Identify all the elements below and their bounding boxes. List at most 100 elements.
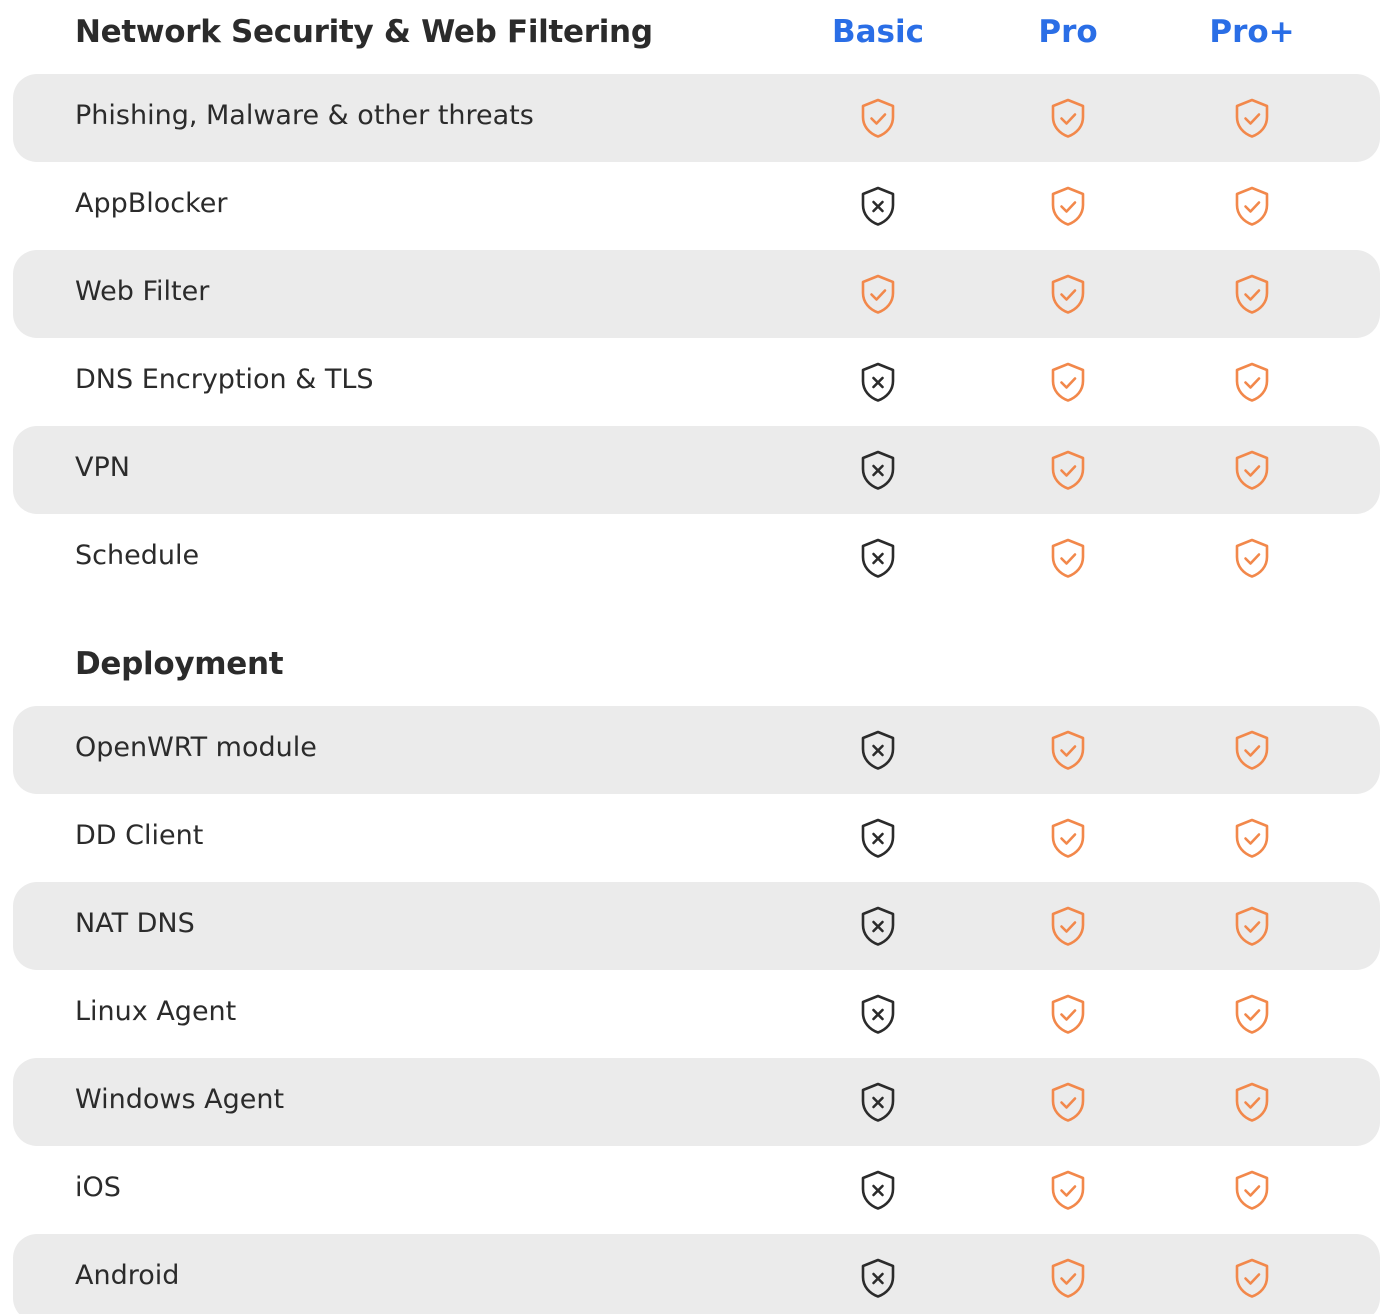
shield-outline	[861, 98, 895, 138]
shield-x-icon	[861, 362, 895, 402]
availability-cell	[1046, 1080, 1090, 1124]
plan-heading: Pro	[1038, 14, 1098, 50]
availability-cell	[1230, 816, 1274, 860]
check-mark	[1060, 553, 1077, 565]
shield-check-icon	[1051, 1082, 1085, 1122]
availability-cell	[1046, 448, 1090, 492]
shield-check-icon	[1051, 274, 1085, 314]
check-mark	[1244, 113, 1261, 125]
shield-outline	[1235, 362, 1269, 402]
check-mark	[1244, 201, 1261, 213]
availability-cell	[1230, 272, 1274, 316]
x-mark	[872, 1096, 884, 1109]
shield-outline	[1051, 98, 1085, 138]
check-mark	[1244, 377, 1261, 389]
availability-cell	[856, 1256, 900, 1300]
feature-row: Linux Agent	[13, 970, 1380, 1058]
check-mark	[1060, 1273, 1077, 1285]
feature-comparison-table: Network Security & Web Filtering Basic Pro…	[0, 0, 1388, 1314]
shield-check-icon	[861, 98, 895, 138]
shield-outline	[1235, 274, 1269, 314]
availability-cell	[1230, 536, 1274, 580]
availability-cell	[1046, 1256, 1090, 1300]
availability-cell	[1230, 448, 1274, 492]
x-mark	[872, 744, 884, 757]
x-mark	[872, 920, 884, 933]
plan-heading: Pro+	[1209, 14, 1295, 50]
feature-name: NAT DNS	[75, 908, 195, 939]
section-header: Network Security & Web Filtering Basic Pro…	[0, 0, 1388, 64]
feature-row: DD Client	[13, 794, 1380, 882]
availability-cell	[856, 536, 900, 580]
availability-cell	[1046, 272, 1090, 316]
check-mark	[1244, 833, 1261, 845]
check-mark	[1060, 921, 1077, 933]
check-mark	[1060, 745, 1077, 757]
shield-outline	[1051, 450, 1085, 490]
feature-name: VPN	[75, 452, 130, 483]
shield-outline	[1235, 538, 1269, 578]
feature-row: Web Filter	[13, 250, 1380, 338]
shield-check-icon	[1235, 274, 1269, 314]
availability-cell	[1230, 1080, 1274, 1124]
availability-cell	[1046, 1168, 1090, 1212]
availability-cell	[1046, 816, 1090, 860]
shield-check-icon	[1051, 538, 1085, 578]
shield-outline	[1051, 186, 1085, 226]
shield-outline	[1051, 1258, 1085, 1298]
check-mark	[1060, 113, 1077, 125]
feature-name: Linux Agent	[75, 996, 237, 1027]
availability-cell	[856, 360, 900, 404]
section-title: Network Security & Web Filtering	[75, 14, 653, 50]
check-mark	[1244, 921, 1261, 933]
check-mark	[870, 289, 887, 301]
shield-check-icon	[1235, 1082, 1269, 1122]
shield-outline	[861, 274, 895, 314]
shield-check-icon	[1051, 730, 1085, 770]
shield-outline	[1235, 98, 1269, 138]
feature-row: Phishing, Malware & other threats	[13, 74, 1380, 162]
shield-check-icon	[1235, 906, 1269, 946]
feature-name: DNS Encryption & TLS	[75, 364, 374, 395]
x-mark	[872, 832, 884, 845]
x-mark	[872, 376, 884, 389]
shield-check-icon	[1051, 994, 1085, 1034]
availability-cell	[856, 728, 900, 772]
availability-cell	[1230, 728, 1274, 772]
shield-outline	[1051, 362, 1085, 402]
x-mark	[872, 1184, 884, 1197]
availability-cell	[856, 1168, 900, 1212]
feature-row: Windows Agent	[13, 1058, 1380, 1146]
availability-cell	[856, 904, 900, 948]
shield-outline	[1235, 730, 1269, 770]
shield-check-icon	[1051, 818, 1085, 858]
availability-cell	[856, 1080, 900, 1124]
section-title: Deployment	[75, 646, 284, 682]
feature-row: AppBlocker	[13, 162, 1380, 250]
shield-outline	[1235, 818, 1269, 858]
check-mark	[1244, 289, 1261, 301]
shield-check-icon	[1235, 994, 1269, 1034]
check-mark	[1060, 1185, 1077, 1197]
shield-check-icon	[1235, 538, 1269, 578]
shield-check-icon	[1235, 1170, 1269, 1210]
shield-check-icon	[1051, 186, 1085, 226]
shield-x-icon	[861, 730, 895, 770]
availability-cell	[856, 272, 900, 316]
feature-name: DD Client	[75, 820, 204, 851]
check-mark	[1060, 289, 1077, 301]
check-mark	[1244, 465, 1261, 477]
shield-check-icon	[1235, 98, 1269, 138]
check-mark	[1244, 1009, 1261, 1021]
feature-row: NAT DNS	[13, 882, 1380, 970]
check-mark	[1244, 553, 1261, 565]
shield-x-icon	[861, 538, 895, 578]
shield-check-icon	[1235, 186, 1269, 226]
shield-outline	[1051, 1082, 1085, 1122]
check-mark	[1244, 1273, 1261, 1285]
check-mark	[1244, 1097, 1261, 1109]
feature-name: Phishing, Malware & other threats	[75, 100, 534, 131]
availability-cell	[856, 96, 900, 140]
shield-outline	[1235, 1170, 1269, 1210]
feature-row: VPN	[13, 426, 1380, 514]
